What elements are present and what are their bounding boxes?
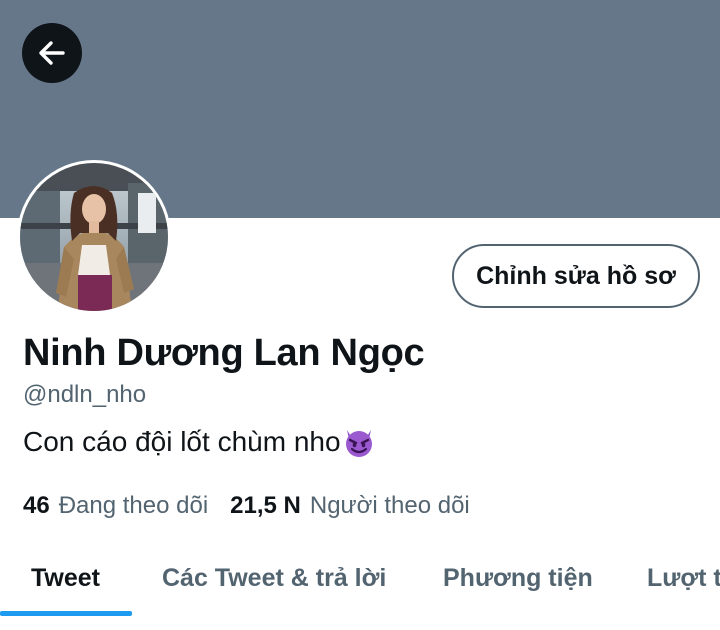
avatar-frame — [17, 160, 171, 314]
tab-tweets-label: Tweet — [31, 563, 100, 592]
profile-bio: Con cáo đội lốt chùm nho — [23, 424, 377, 460]
bio-text: Con cáo đội lốt chùm nho — [23, 426, 341, 457]
tab-media-label: Phương tiện — [443, 563, 593, 592]
tab-tweets-and-replies-label: Các Tweet & trả lời — [162, 563, 387, 592]
avatar[interactable] — [20, 163, 168, 311]
username-handle: @ndln_nho — [23, 381, 147, 408]
arrow-left-icon — [39, 41, 65, 65]
active-tab-indicator — [0, 611, 132, 616]
tab-likes[interactable]: Lượt thích — [647, 540, 720, 616]
avatar-image — [20, 163, 168, 311]
profile-page: Chỉnh sửa hồ sơ Ninh Dương Lan Ngọc @ndl… — [0, 0, 720, 630]
following-stat[interactable]: 46 Đang theo dõi — [23, 492, 208, 520]
followers-count: 21,5 N — [230, 492, 301, 519]
following-count: 46 — [23, 492, 50, 519]
following-label: Đang theo dõi — [58, 492, 209, 519]
tab-tweets-and-replies[interactable]: Các Tweet & trả lời — [162, 540, 386, 616]
smiling-devil-emoji-icon — [345, 430, 372, 457]
edit-profile-button-label: Chỉnh sửa hồ sơ — [476, 261, 676, 290]
followers-label: Người theo dõi — [309, 492, 470, 519]
tab-tweets[interactable]: Tweet — [31, 540, 100, 616]
display-name: Ninh Dương Lan Ngọc — [23, 332, 425, 374]
tab-media[interactable]: Phương tiện — [443, 540, 593, 616]
profile-tabs: Tweet Các Tweet & trả lời Phương tiện Lư… — [0, 540, 720, 630]
followers-stat[interactable]: 21,5 N Người theo dõi — [230, 492, 470, 520]
follow-stats: 46 Đang theo dõi 21,5 N Người theo dõi — [23, 492, 470, 520]
back-button[interactable] — [22, 23, 82, 83]
edit-profile-button[interactable]: Chỉnh sửa hồ sơ — [452, 244, 700, 308]
tab-likes-label: Lượt thích — [647, 563, 720, 592]
